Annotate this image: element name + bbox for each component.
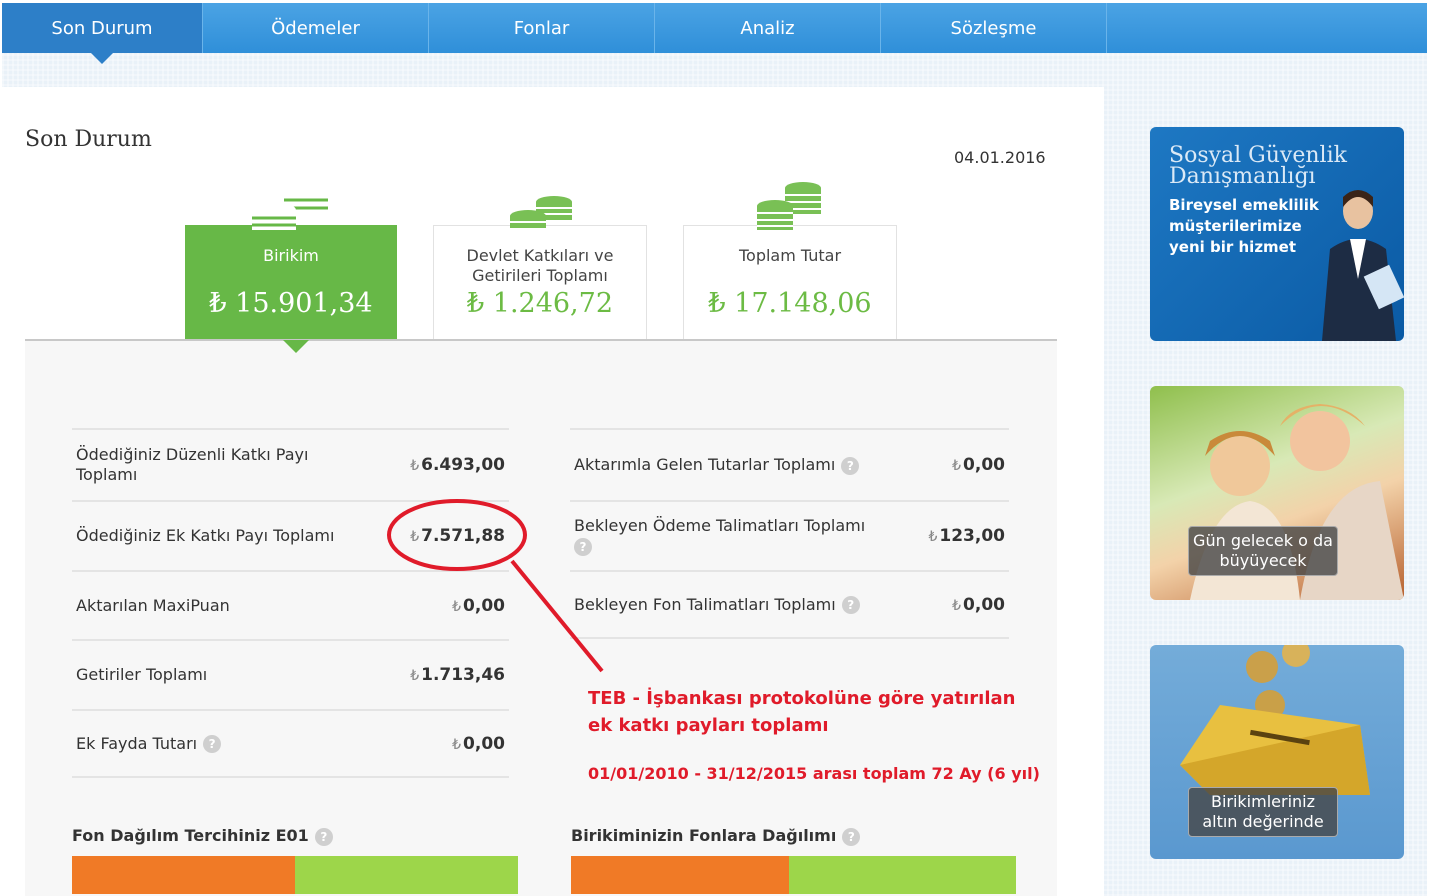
row-label: Aktarımla Gelen Tutarlar Toplamı (574, 455, 836, 474)
active-tab-caret (91, 53, 113, 64)
help-icon[interactable]: ? (841, 596, 860, 614)
row-amount: 0,00 (963, 594, 1005, 615)
help-icon[interactable]: ? (841, 456, 860, 475)
currency-sign: ₺ (952, 597, 962, 614)
help-icon[interactable]: ? (203, 735, 222, 753)
row-label: Ödediğiniz Düzenli Katkı Payı Toplamı (76, 445, 309, 484)
row-value: ₺ 0,00 (952, 595, 1005, 615)
row-value: ₺ 6.493,00 (410, 455, 505, 475)
row-label-wrap: Ek Fayda Tutarı? (76, 733, 222, 754)
page-title: Son Durum (25, 127, 152, 152)
row-amount: 123,00 (939, 526, 1005, 546)
row-label: Ödediğiniz Ek Katkı Payı Toplamı (76, 526, 335, 545)
currency-sign: ₺ (452, 736, 462, 753)
section-title-text: Birikiminizin Fonlara Dağılımı (571, 826, 837, 845)
advisor-woman-image (1322, 190, 1404, 341)
row-amount: 0,00 (963, 455, 1005, 475)
bar-segment-green (789, 856, 1016, 894)
row-aktarim: Aktarımla Gelen Tutarlar Toplamı? ₺ 0,00 (570, 428, 1009, 500)
card-amount: 15.901,34 (235, 288, 373, 319)
card-value: ₺ 17.148,06 (684, 288, 896, 319)
currency-sign: ₺ (928, 529, 938, 545)
ad-gun-gelecek[interactable]: Gün gelecek o da büyüyecek (1150, 386, 1404, 600)
row-value: ₺ 0,00 (452, 734, 505, 754)
summary-divider (25, 339, 1057, 341)
currency-sign: ₺ (209, 288, 227, 319)
row-value: ₺ 123,00 (928, 526, 1005, 546)
row-bekleyen-fon: Bekleyen Fon Talimatları Toplamı? ₺ 0,00 (570, 570, 1009, 639)
tab-label: Fonlar (513, 17, 570, 39)
ad-title: Sosyal Güvenlik Danışmanlığı (1169, 143, 1347, 189)
ad-caption: Gün gelecek o da büyüyecek (1188, 526, 1338, 576)
currency-sign: ₺ (466, 288, 485, 319)
help-icon[interactable]: ? (842, 827, 861, 846)
row-label-wrap: Bekleyen Ödeme Talimatları Toplamı? (574, 516, 904, 556)
row-amount: 0,00 (463, 733, 505, 754)
row-label: Getiriler Toplamı (76, 665, 208, 684)
row-label: Ek Fayda Tutarı (76, 733, 198, 753)
card-value: ₺ 1.246,72 (434, 288, 646, 319)
card-label: Devlet Katkıları ve Getirileri Toplamı (466, 246, 614, 285)
fund-preference-title: Fon Dağılım Tercihiniz E01? (72, 826, 333, 846)
fund-distribution-title: Birikiminizin Fonlara Dağılımı? (571, 826, 861, 846)
help-icon[interactable]: ? (314, 827, 333, 846)
page-date: 04.01.2016 (954, 148, 1046, 167)
card-amount: 17.148,06 (734, 288, 872, 319)
summary-card-devlet-katkisi[interactable]: Devlet Katkıları ve Getirileri Toplamı ₺… (433, 225, 647, 340)
ad-caption: Birikimleriniz altın değerinde (1188, 787, 1338, 837)
ad-altin[interactable]: Birikimleriniz altın değerinde (1150, 645, 1404, 859)
tab-label: Ödemeler (271, 17, 360, 39)
summary-card-birikim[interactable]: Birikim ₺ 15.901,34 (185, 225, 397, 340)
row-label-wrap: Aktarımla Gelen Tutarlar Toplamı? (574, 455, 860, 475)
bar-segment-green (295, 856, 518, 894)
row-ek-fayda: Ek Fayda Tutarı? ₺ 0,00 (72, 709, 509, 778)
annotation-overlay (387, 499, 604, 673)
ad-text: Bireysel emeklilik müşterilerimize yeni … (1169, 196, 1319, 256)
card-label: Toplam Tutar (738, 246, 842, 265)
tab-odemeler[interactable]: Ödemeler (203, 3, 429, 53)
coin-stack-icon (510, 196, 572, 228)
summary-card-toplam-tutar[interactable]: Toplam Tutar ₺ 17.148,06 (683, 225, 897, 340)
row-label: Aktarılan MaxiPuan (76, 595, 230, 615)
tab-sozlesme[interactable]: Sözleşme (881, 3, 1107, 53)
coin-stack-icon (757, 182, 821, 230)
bar-segment-orange (571, 856, 790, 894)
active-card-caret (283, 340, 309, 353)
highlight-circle (387, 499, 527, 571)
card-value: ₺ 15.901,34 (186, 288, 396, 319)
annotation-arrow (510, 559, 604, 673)
row-value: ₺ 0,00 (952, 455, 1005, 475)
tab-analiz[interactable]: Analiz (655, 3, 881, 53)
currency-sign: ₺ (708, 288, 726, 319)
annotation-period: 01/01/2010 - 31/12/2015 arası toplam 72 … (588, 764, 1040, 783)
tab-son-durum[interactable]: Son Durum (2, 3, 203, 64)
row-amount: 6.493,00 (421, 455, 505, 475)
bar-segment-orange (72, 856, 295, 894)
row-duzenli-katki: Ödediğiniz Düzenli Katkı Payı Toplamı ₺ 6… (72, 428, 509, 500)
currency-sign: ₺ (410, 458, 420, 474)
coin-stack-icon (252, 184, 328, 230)
tab-fonlar[interactable]: Fonlar (429, 3, 655, 53)
currency-sign: ₺ (952, 458, 962, 474)
fund-distribution-bar[interactable] (571, 856, 1016, 894)
fund-preference-bar[interactable] (72, 856, 518, 894)
section-title-text: Fon Dağılım Tercihiniz E01 (72, 826, 309, 845)
row-bekleyen-odeme: Bekleyen Ödeme Talimatları Toplamı? ₺ 123… (570, 500, 1009, 570)
annotation-text: TEB - İşbankası protokolüne göre yatırıl… (588, 688, 1016, 736)
top-nav: Son Durum Ödemeler Fonlar Analiz Sözleşm… (2, 3, 1427, 64)
tab-label: Analiz (740, 17, 795, 39)
card-label: Birikim (263, 246, 319, 265)
card-amount: 1.246,72 (492, 288, 613, 319)
tab-label: Sözleşme (950, 17, 1037, 39)
tab-label: Son Durum (51, 17, 153, 39)
ad-sosyal-guvenlik[interactable]: Sosyal Güvenlik Danışmanlığı Bireysel em… (1150, 127, 1404, 341)
